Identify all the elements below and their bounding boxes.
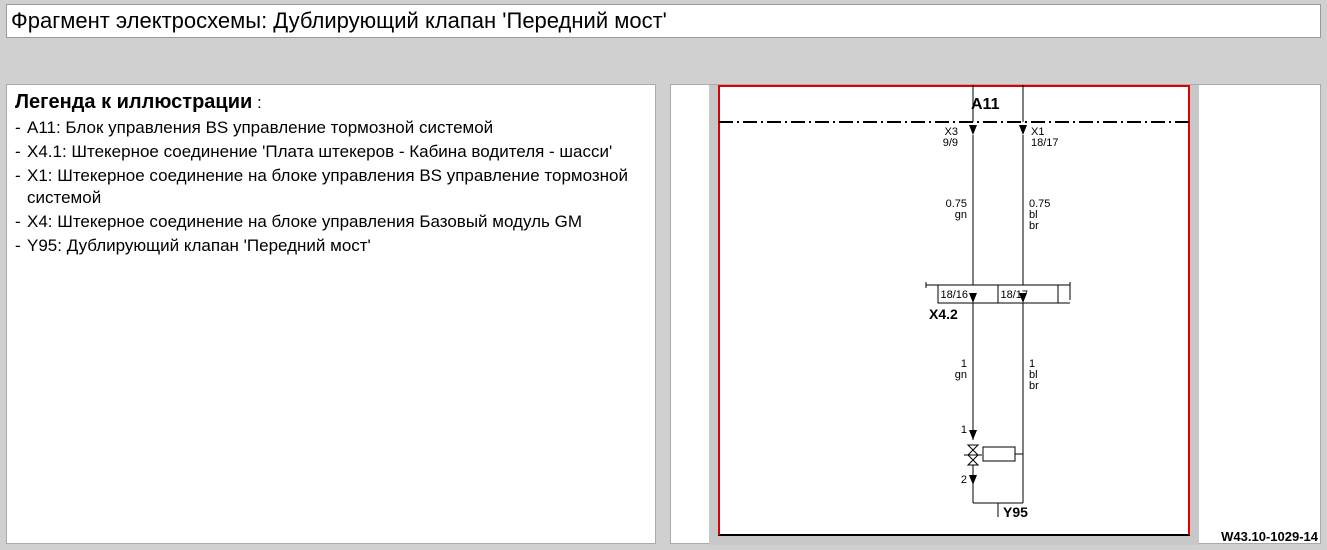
legend-panel: Легенда к иллюстрации : - A11: Блок упра…: [6, 84, 656, 544]
page-title: Фрагмент электросхемы: Дублирующий клапа…: [6, 4, 1321, 38]
wiring-diagram: A11 X3 9/9 X1 18/17 0.75 gn 0.75 bl br 1…: [671, 85, 1322, 545]
legend-item: - X1: Штекерное соединение на блоке упра…: [15, 165, 645, 209]
drawing-number: W43.10-1029-14: [1221, 529, 1319, 544]
page-title-text: Фрагмент электросхемы: Дублирующий клапа…: [11, 8, 667, 34]
label-x4-2: X4.2: [929, 306, 958, 322]
legend-item: - Y95: Дублирующий клапан 'Передний мост…: [15, 235, 645, 257]
legend-heading: Легенда к иллюстрации: [15, 91, 252, 113]
legend-item: - X4.1: Штекерное соединение 'Плата штек…: [15, 141, 645, 163]
wire-right-bot-c2: br: [1029, 380, 1039, 392]
wire-right-top-c2: br: [1029, 220, 1039, 232]
legend-colon: :: [252, 93, 261, 112]
conn-left-pins: 18/16: [940, 289, 968, 301]
legend-heading-row: Легенда к иллюстрации :: [15, 89, 645, 115]
label-pin1: 1: [961, 424, 967, 436]
legend-item: - X4: Штекерное соединение на блоке упра…: [15, 211, 645, 233]
label-x3-pins: 9/9: [943, 137, 958, 149]
label-x1-pins: 18/17: [1031, 137, 1059, 149]
label-a11: A11: [971, 96, 1000, 113]
label-y95: Y95: [1003, 504, 1028, 520]
label-pin2: 2: [961, 474, 967, 486]
wire-left-bot-color: gn: [955, 369, 967, 381]
wire-left-top-color: gn: [955, 209, 967, 221]
legend-item: - A11: Блок управления BS управление тор…: [15, 117, 645, 139]
diagram-panel: A11 X3 9/9 X1 18/17 0.75 gn 0.75 bl br 1…: [670, 84, 1321, 544]
